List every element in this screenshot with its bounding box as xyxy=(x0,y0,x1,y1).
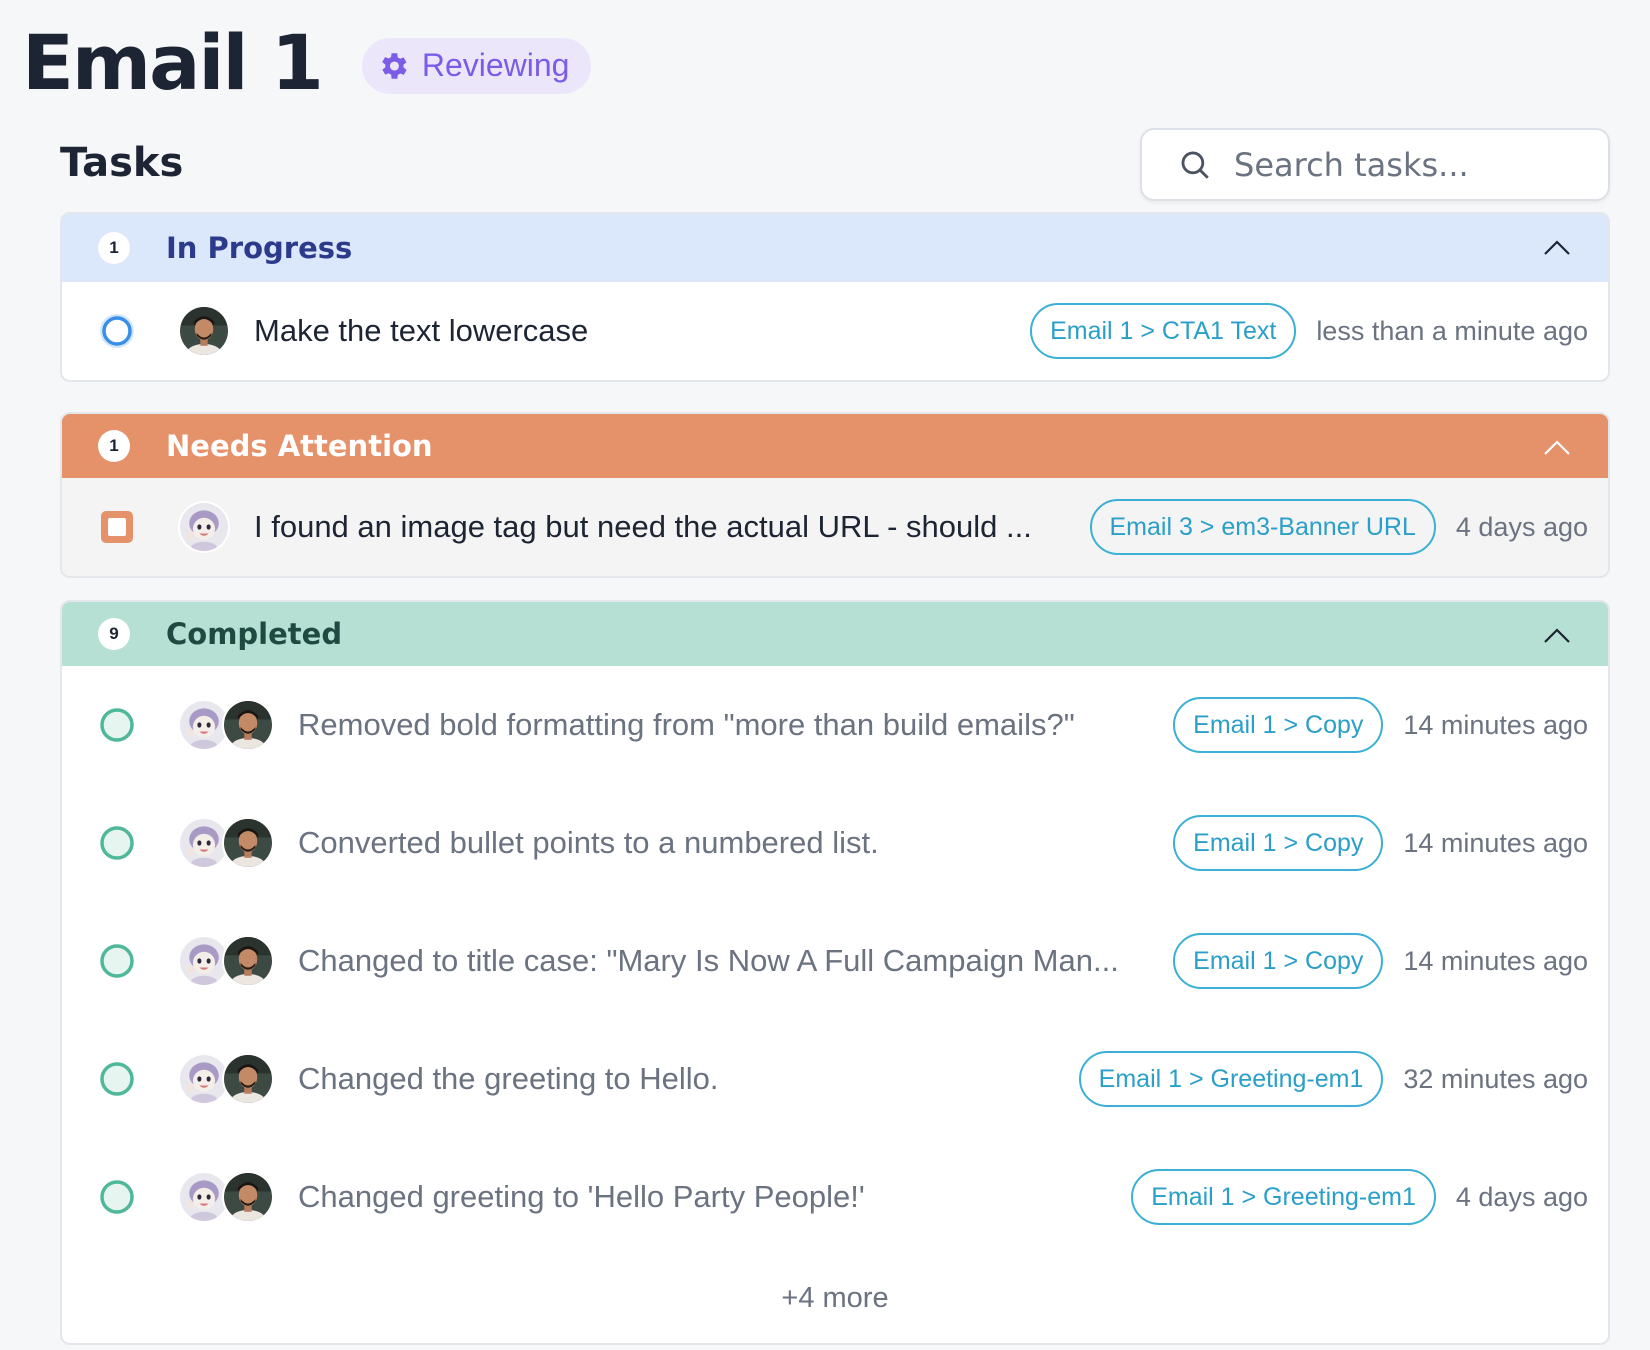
task-time: 14 minutes ago xyxy=(1403,827,1588,858)
group-label: Completed xyxy=(166,617,343,651)
in-progress-status-icon[interactable] xyxy=(98,312,136,350)
group-label: In Progress xyxy=(166,231,353,265)
completed-status-icon[interactable] xyxy=(98,1178,136,1216)
task-tag[interactable]: Email 1 > Greeting-em1 xyxy=(1078,1051,1384,1107)
gear-icon xyxy=(382,52,407,79)
task-row[interactable]: Changed the greeting to Hello. Email 1 >… xyxy=(62,1020,1608,1138)
avatar xyxy=(178,501,230,553)
task-tag[interactable]: Email 1 > Copy xyxy=(1173,933,1384,989)
show-more-link[interactable]: +4 more xyxy=(62,1256,1608,1343)
completed-status-icon[interactable] xyxy=(98,942,136,980)
search-icon xyxy=(1181,151,1209,179)
task-row[interactable]: Make the text lowercase Email 1 > CTA1 T… xyxy=(62,282,1608,380)
completed-status-icon[interactable] xyxy=(98,706,136,744)
task-title[interactable]: Removed bold formatting from "more than … xyxy=(298,707,1153,743)
assignee-avatars xyxy=(178,501,230,553)
completed-status-icon[interactable] xyxy=(98,1060,136,1098)
task-tag[interactable]: Email 1 > CTA1 Text xyxy=(1030,303,1297,359)
section-title: Tasks xyxy=(60,140,184,186)
task-tag[interactable]: Email 3 > em3-Banner URL xyxy=(1089,499,1436,555)
group-count: 9 xyxy=(98,618,130,650)
assignee-avatars xyxy=(178,1171,274,1223)
avatar xyxy=(222,1171,274,1223)
task-row[interactable]: Changed to title case: "Mary Is Now A Fu… xyxy=(62,902,1608,1020)
status-label: Reviewing xyxy=(421,47,570,83)
group-count: 1 xyxy=(98,232,130,264)
task-time: 32 minutes ago xyxy=(1403,1063,1588,1094)
assignee-avatars xyxy=(178,699,274,751)
task-title[interactable]: Make the text lowercase xyxy=(254,313,1010,349)
search-box[interactable] xyxy=(1140,128,1610,201)
completed-status-icon[interactable] xyxy=(98,824,136,862)
task-tag[interactable]: Email 1 > Copy xyxy=(1173,815,1384,871)
task-title[interactable]: Changed greeting to 'Hello Party People!… xyxy=(298,1179,1111,1215)
assignee-avatars xyxy=(178,305,230,357)
task-row[interactable]: I found an image tag but need the actual… xyxy=(62,478,1608,576)
group-in-progress: 1 In Progress Make the text lowercase Em… xyxy=(60,212,1610,382)
avatar xyxy=(222,1053,274,1105)
search-input[interactable] xyxy=(1234,145,1594,184)
task-time: less than a minute ago xyxy=(1316,315,1588,346)
task-time: 14 minutes ago xyxy=(1403,945,1588,976)
task-tag[interactable]: Email 1 > Greeting-em1 xyxy=(1131,1169,1436,1225)
page-title: Email 1 xyxy=(22,18,324,107)
assignee-avatars xyxy=(178,1053,274,1105)
group-completed: 9 Completed Removed bold formatting from… xyxy=(60,600,1610,1345)
page-header: Email 1 Reviewing xyxy=(22,18,592,107)
group-header-needs-attention[interactable]: 1 Needs Attention xyxy=(62,414,1608,478)
task-time: 4 days ago xyxy=(1455,511,1588,542)
group-label: Needs Attention xyxy=(166,429,433,463)
group-count: 1 xyxy=(98,430,130,462)
assignee-avatars xyxy=(178,935,274,987)
chevron-up-icon[interactable] xyxy=(1542,236,1572,260)
avatar xyxy=(222,699,274,751)
task-row[interactable]: Removed bold formatting from "more than … xyxy=(62,666,1608,784)
group-header-completed[interactable]: 9 Completed xyxy=(62,602,1608,666)
task-title[interactable]: Changed the greeting to Hello. xyxy=(298,1061,1059,1097)
task-row[interactable]: Converted bullet points to a numbered li… xyxy=(62,784,1608,902)
status-badge[interactable]: Reviewing xyxy=(361,37,592,94)
avatar xyxy=(222,935,274,987)
task-title[interactable]: Changed to title case: "Mary Is Now A Fu… xyxy=(298,943,1153,979)
avatar xyxy=(222,817,274,869)
assignee-avatars xyxy=(178,817,274,869)
task-tag[interactable]: Email 1 > Copy xyxy=(1173,697,1384,753)
task-title[interactable]: I found an image tag but need the actual… xyxy=(254,509,1070,545)
task-time: 4 days ago xyxy=(1455,1181,1588,1212)
needs-attention-status-icon[interactable] xyxy=(98,508,136,546)
task-row[interactable]: Changed greeting to 'Hello Party People!… xyxy=(62,1138,1608,1256)
chevron-up-icon[interactable] xyxy=(1542,436,1572,460)
group-needs-attention: 1 Needs Attention I found an image tag b… xyxy=(60,412,1610,578)
group-header-in-progress[interactable]: 1 In Progress xyxy=(62,214,1608,282)
avatar xyxy=(178,305,230,357)
task-title[interactable]: Converted bullet points to a numbered li… xyxy=(298,825,1153,861)
task-time: 14 minutes ago xyxy=(1403,709,1588,740)
chevron-up-icon[interactable] xyxy=(1542,624,1572,648)
